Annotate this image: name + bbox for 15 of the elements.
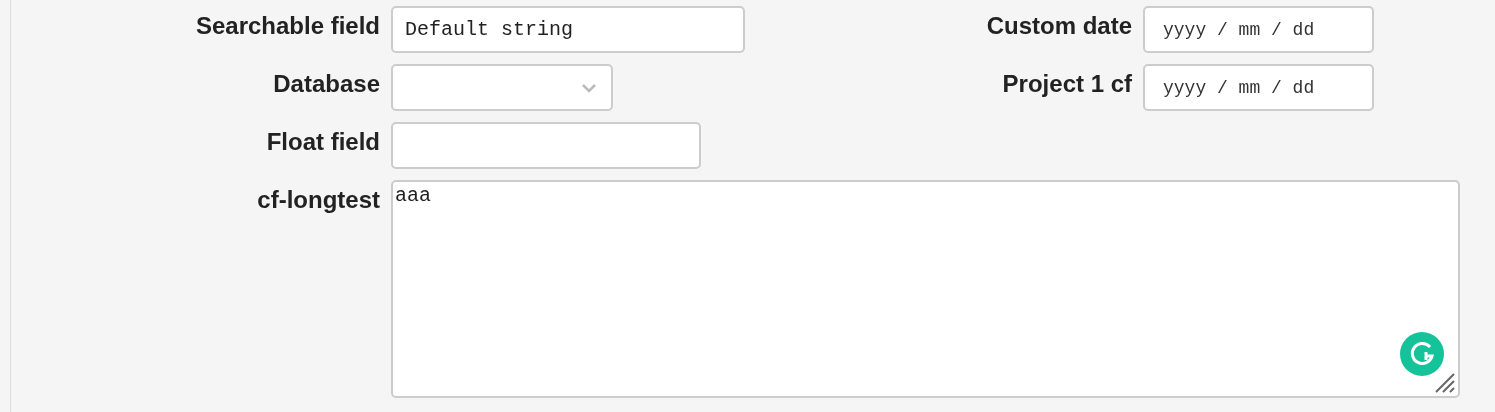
field-label: Database [272,69,380,98]
date-field[interactable]: yyyy / mm / dd [1143,6,1374,53]
text-area[interactable]: aaa [391,180,1460,398]
text-area-value: aaa [395,184,431,207]
field-label: Project 1 cf [1001,69,1132,98]
caret-icon [581,82,597,93]
text-field[interactable]: Default string [391,6,745,53]
text-field[interactable] [391,122,701,169]
field-label: cf-longtest [256,185,380,214]
resize-handle[interactable] [1434,372,1456,394]
field-label: Searchable field [194,11,380,40]
database-dropdown[interactable] [391,64,613,111]
field-label: Float field [265,127,380,156]
date-field[interactable]: yyyy / mm / dd [1143,64,1374,111]
field-label: Custom date [985,11,1132,40]
